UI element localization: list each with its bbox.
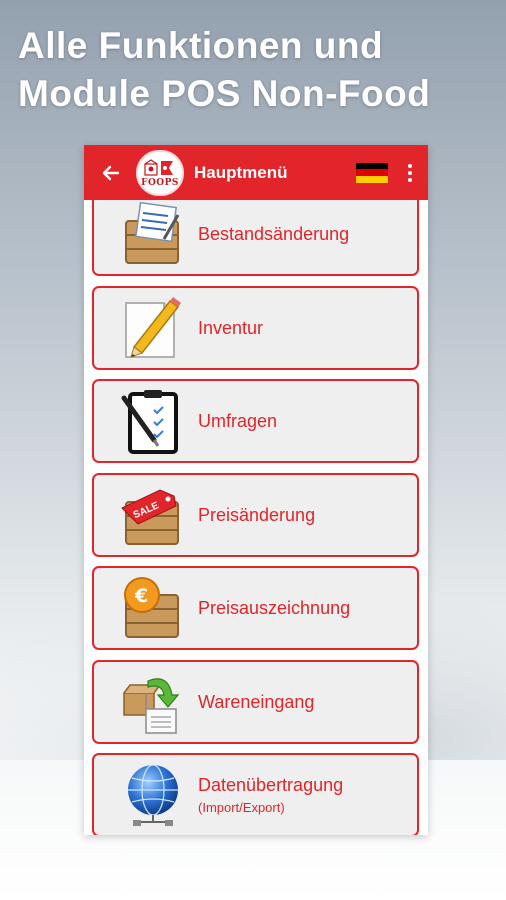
menu-item-preisauszeichnung[interactable]: € Preisauszeichnung [92, 566, 419, 650]
crate-euro-icon: € [124, 577, 179, 638]
menu-item-inventur[interactable]: Inventur [92, 286, 419, 370]
menu-item-sublabel: (Import/Export) [198, 800, 285, 815]
app-logo: FOOPS [136, 149, 184, 196]
menu-item-label: Datenübertragung [198, 775, 344, 795]
paper-pencil-icon [125, 297, 181, 358]
menu-item-datenuebertragung[interactable]: Datenübertragung (Import/Export) [92, 753, 419, 835]
promo-line-2: Module POS Non-Food [18, 73, 431, 114]
phone-screen: FOOPS Hauptmenü Bestandsänderung Inventu… [84, 145, 428, 835]
main-menu-list: Bestandsänderung Inventur Umfragen SALE … [84, 200, 428, 835]
logo-graphic-icon [144, 158, 173, 176]
menu-item-label: Wareneingang [198, 691, 315, 712]
logo-text: FOOPS [141, 177, 179, 188]
app-bar: FOOPS Hauptmenü [84, 145, 428, 200]
menu-item-label: Umfragen [198, 410, 278, 431]
germany-flag-icon[interactable] [356, 162, 388, 183]
arrow-left-icon[interactable] [100, 162, 122, 184]
promo-line-1: Alle Funktionen und [18, 25, 384, 66]
page-title: Hauptmenü [194, 162, 288, 182]
crate-sale-tag-icon: SALE [121, 489, 179, 545]
promo-headline: Alle Funktionen und Module POS Non-Food [18, 22, 498, 118]
menu-item-label: Bestandsänderung [198, 223, 350, 244]
svg-text:€: € [134, 585, 148, 607]
menu-item-preisaenderung[interactable]: SALE Preisänderung [92, 473, 419, 557]
menu-item-wareneingang[interactable]: Wareneingang [92, 660, 419, 744]
globe-network-icon [128, 764, 178, 826]
menu-item-label: Preisänderung [198, 504, 316, 525]
crate-document-icon [125, 201, 180, 264]
menu-item-bestandsaenderung[interactable]: Bestandsänderung [92, 200, 419, 276]
menu-item-umfragen[interactable]: Umfragen [92, 379, 419, 463]
clipboard-checklist-icon [121, 390, 178, 454]
menu-item-label: Inventur [198, 317, 264, 338]
more-vert-icon[interactable] [402, 163, 418, 182]
box-arrow-document-icon [123, 678, 180, 734]
menu-item-label: Preisauszeichnung [198, 597, 351, 618]
